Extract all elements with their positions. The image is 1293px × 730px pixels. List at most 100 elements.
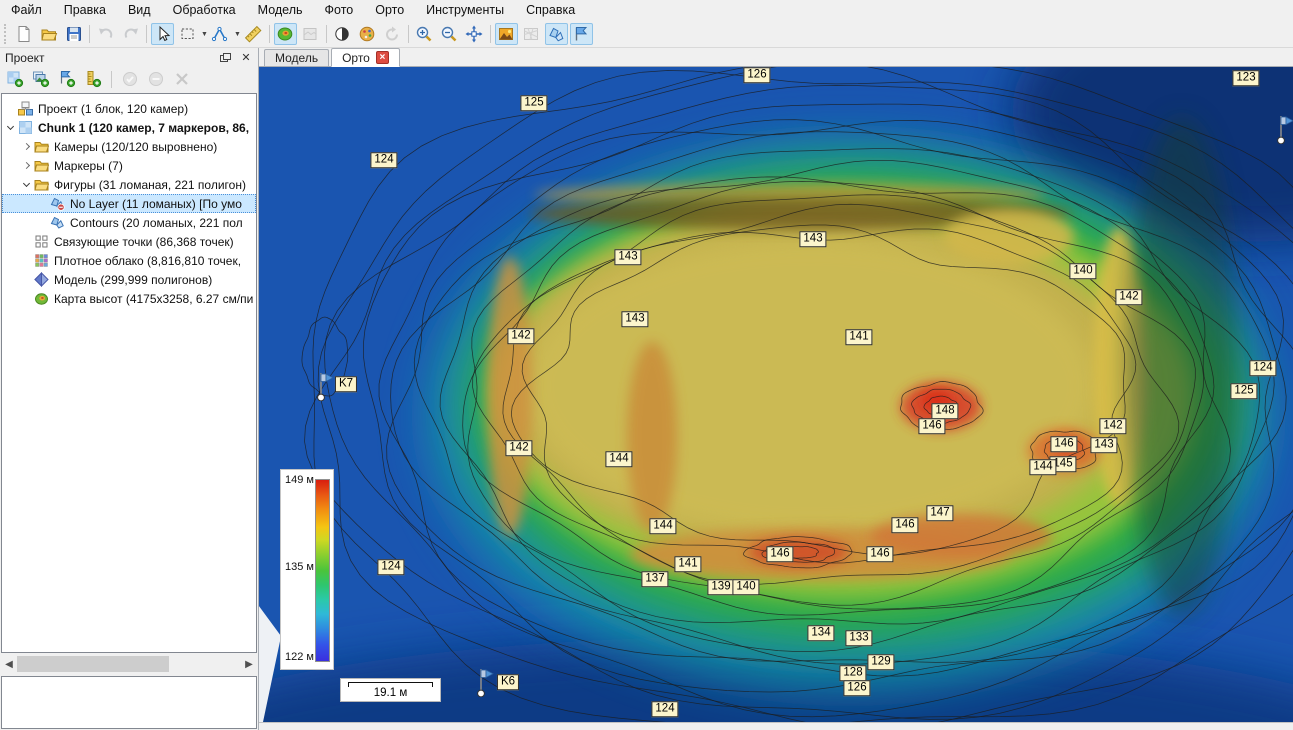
redo-button xyxy=(119,23,142,45)
elevation-label: 148 xyxy=(931,403,958,419)
project-panel-header: Проект ✕ xyxy=(0,48,258,67)
chunk-icon xyxy=(18,120,34,135)
select-arrow-button[interactable] xyxy=(151,23,174,45)
elevation-label: 143 xyxy=(799,231,826,247)
add-chunk-button[interactable] xyxy=(3,68,27,90)
tree-item-dem[interactable]: Карта высот (4175x3258, 6.27 см/пи xyxy=(2,289,256,308)
menu-item-file[interactable]: Файл xyxy=(0,0,53,21)
rect-selection-button[interactable] xyxy=(176,23,199,45)
tree-item-label: No Layer (11 ломаных) [По умо xyxy=(70,197,242,211)
show-markers-button[interactable] xyxy=(570,23,593,45)
dem-shaded-view-button[interactable] xyxy=(274,23,297,45)
expander-icon[interactable] xyxy=(21,184,34,186)
elevation-label: 124 xyxy=(1249,360,1276,376)
elevation-label: 134 xyxy=(807,625,834,641)
tree-item-tie-points[interactable]: Связующие точки (86,368 точек) xyxy=(2,232,256,251)
tree-item-project[interactable]: Проект (1 блок, 120 камер) xyxy=(2,99,256,118)
tree-item-dense-cloud[interactable]: Плотное облако (8,816,810 точек, xyxy=(2,251,256,270)
expander-icon[interactable] xyxy=(21,163,34,168)
fit-view-button[interactable] xyxy=(463,23,486,45)
add-scalebar-button[interactable] xyxy=(81,68,105,90)
elevation-label: 128 xyxy=(839,665,866,681)
elevation-label: 142 xyxy=(1099,418,1126,434)
scrollbar-track[interactable] xyxy=(17,656,241,672)
ortho-gray-view-button xyxy=(299,23,322,45)
elevation-label: 126 xyxy=(743,67,770,83)
menu-item-model[interactable]: Модель xyxy=(247,0,314,21)
model-icon xyxy=(34,272,50,287)
new-document-button[interactable] xyxy=(12,23,35,45)
scrollbar-thumb[interactable] xyxy=(17,656,169,672)
elevation-label: 140 xyxy=(732,579,759,595)
menu-item-tools[interactable]: Инструменты xyxy=(415,0,515,21)
elevation-label: 146 xyxy=(1050,436,1077,452)
menu-item-workflow[interactable]: Обработка xyxy=(162,0,247,21)
toolbar-separator xyxy=(89,25,90,43)
add-marker-button[interactable] xyxy=(55,68,79,90)
window-content: Проект ✕ Проект (1 блок, 120 камер) Chunk… xyxy=(0,48,1293,730)
tree-item-model[interactable]: Модель (299,999 полигонов) xyxy=(2,270,256,289)
brightness-contrast-button[interactable] xyxy=(331,23,354,45)
menu-item-help[interactable]: Справка xyxy=(515,0,586,21)
update-view-button xyxy=(381,23,404,45)
status-strip xyxy=(259,722,1293,730)
zoom-out-button[interactable] xyxy=(438,23,461,45)
expander-icon[interactable] xyxy=(5,127,18,129)
scale-bar-label: 19.1 м xyxy=(341,687,440,700)
tree-item-label: Плотное облако (8,816,810 точек, xyxy=(54,254,241,268)
tree-item-contours[interactable]: Contours (20 ломаных, 221 пол xyxy=(2,213,256,232)
tab-model[interactable]: Модель xyxy=(264,49,329,66)
elevation-label: 141 xyxy=(674,556,701,572)
secondary-panel xyxy=(1,676,257,729)
save-project-button[interactable] xyxy=(62,23,85,45)
expander-icon[interactable] xyxy=(21,144,34,149)
show-orthophotos-button[interactable] xyxy=(495,23,518,45)
tree-item-label: Проект (1 блок, 120 камер) xyxy=(38,102,188,116)
palette-button[interactable] xyxy=(356,23,379,45)
tree-item-label: Contours (20 ломаных, 221 пол xyxy=(70,216,243,230)
toolbar-separator xyxy=(326,25,327,43)
shapes-nolayer-icon xyxy=(50,196,66,211)
horizontal-scrollbar[interactable]: ◀ ▶ xyxy=(1,655,257,673)
remove-button xyxy=(144,68,168,90)
tree-item-label: Маркеры (7) xyxy=(54,159,123,173)
ruler-button[interactable] xyxy=(242,23,265,45)
close-panel-icon[interactable]: ✕ xyxy=(239,51,253,65)
tree-item-markers[interactable]: Маркеры (7) xyxy=(2,156,256,175)
rect-selection-dropdown-icon[interactable]: ▼ xyxy=(201,31,208,38)
tree-item-chunk1[interactable]: Chunk 1 (120 камер, 7 маркеров, 86, xyxy=(2,118,256,137)
densecloud-icon xyxy=(34,253,50,268)
tab-close-icon[interactable]: × xyxy=(376,51,389,64)
legend-mid-label: 135 м xyxy=(285,561,314,573)
tree-item-shapes[interactable]: Фигуры (31 ломаная, 221 полигон) xyxy=(2,175,256,194)
folder-icon xyxy=(34,177,50,192)
ortho-view[interactable]: 1261231251241431431401421431421411241251… xyxy=(259,67,1293,722)
elevation-label: 144 xyxy=(649,518,676,534)
tab-ortho[interactable]: Орто× xyxy=(331,48,400,67)
scroll-right-icon[interactable]: ▶ xyxy=(241,656,257,672)
menu-item-ortho[interactable]: Орто xyxy=(364,0,415,21)
show-shapes-button[interactable] xyxy=(545,23,568,45)
elevation-label: 142 xyxy=(505,440,532,456)
draw-polyline-dropdown-icon[interactable]: ▼ xyxy=(234,31,241,38)
tree-item-label: Связующие точки (86,368 точек) xyxy=(54,235,234,249)
tree-item-label: Модель (299,999 полигонов) xyxy=(54,273,212,287)
marker-k6[interactable] xyxy=(477,667,495,697)
marker-edge[interactable] xyxy=(1277,114,1293,144)
menu-item-photo[interactable]: Фото xyxy=(314,0,365,21)
scroll-left-icon[interactable]: ◀ xyxy=(1,656,17,672)
menu-item-edit[interactable]: Правка xyxy=(53,0,117,21)
float-panel-icon[interactable] xyxy=(218,51,232,65)
menu-item-view[interactable]: Вид xyxy=(117,0,162,21)
zoom-in-button[interactable] xyxy=(413,23,436,45)
elevation-label: 147 xyxy=(926,505,953,521)
undo-button xyxy=(94,23,117,45)
tree-item-cameras[interactable]: Камеры (120/120 выровнено) xyxy=(2,137,256,156)
project-tree: Проект (1 блок, 120 камер) Chunk 1 (120 к… xyxy=(1,93,257,653)
tree-item-no-layer[interactable]: No Layer (11 ломаных) [По умо xyxy=(2,194,256,213)
draw-polyline-button[interactable] xyxy=(209,23,232,45)
marker-label-k7: K7 xyxy=(335,376,357,392)
open-project-button[interactable] xyxy=(37,23,60,45)
marker-k7[interactable] xyxy=(317,371,335,401)
add-photos-button[interactable] xyxy=(29,68,53,90)
